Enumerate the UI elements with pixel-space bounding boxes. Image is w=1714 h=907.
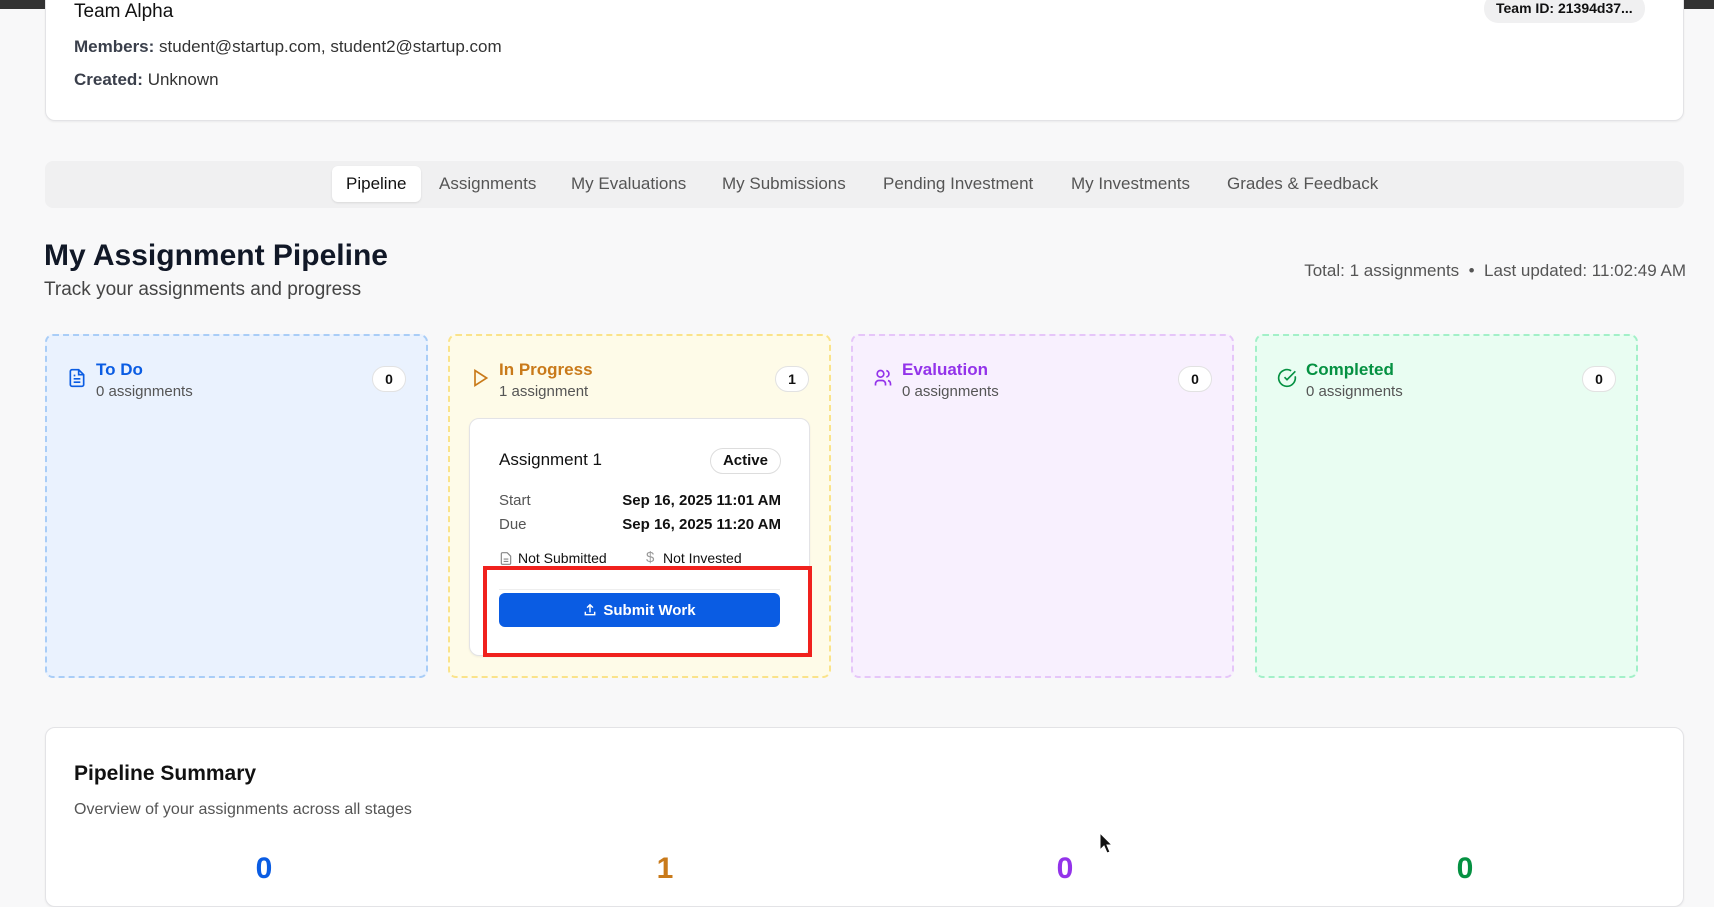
team-name: Team Alpha (74, 1, 174, 22)
page-subtitle: Track your assignments and progress (44, 279, 362, 300)
assignment-title: Assignment 1 (499, 450, 602, 469)
column-badge: 1 (775, 366, 809, 392)
start-label: Start (499, 492, 531, 509)
tab-pipeline[interactable]: Pipeline (332, 166, 421, 202)
created-label: Created: (74, 70, 143, 89)
tab-my-submissions[interactable]: My Submissions (708, 166, 860, 202)
column-title: Evaluation (902, 360, 988, 379)
tab-pending-investment[interactable]: Pending Investment (869, 166, 1047, 202)
due-label: Due (499, 516, 527, 533)
highlight-box (483, 566, 812, 657)
column-badge: 0 (372, 366, 406, 392)
created-value: Unknown (147, 70, 219, 89)
play-icon (474, 368, 489, 388)
total-count: Total: 1 assignments (1304, 261, 1460, 280)
tab-my-evaluations[interactable]: My Evaluations (557, 166, 700, 202)
summary-completed-count: 0 (1456, 852, 1474, 885)
summary-subtitle: Overview of your assignments across all … (74, 801, 412, 818)
team-id-badge: Team ID: 21394d37... (1484, 0, 1645, 23)
pipeline-stats: Total: 1 assignments • Last updated: 11:… (1304, 261, 1686, 280)
dollar-icon: $ (646, 549, 655, 566)
file-text-icon (69, 368, 85, 388)
tab-my-investments[interactable]: My Investments (1057, 166, 1204, 202)
users-icon (874, 369, 892, 386)
check-circle-icon (1277, 368, 1297, 388)
investment-status: Not Invested (663, 550, 742, 566)
last-updated: Last updated: 11:02:49 AM (1484, 261, 1686, 280)
team-members: Members: student@startup.com, student2@s… (74, 37, 502, 57)
column-count: 0 assignments (902, 383, 999, 400)
team-created: Created: Unknown (74, 70, 219, 90)
column-count: 1 assignment (499, 383, 589, 400)
column-title: In Progress (499, 360, 593, 379)
column-count: 0 assignments (1306, 383, 1403, 400)
due-value: Sep 16, 2025 11:20 AM (622, 516, 781, 533)
column-count: 0 assignments (96, 383, 193, 400)
submission-status: Not Submitted (518, 550, 607, 566)
team-card (45, 0, 1684, 121)
mouse-cursor-icon (1099, 832, 1113, 854)
column-badge: 0 (1582, 366, 1616, 392)
members-label: Members: (74, 37, 155, 56)
summary-title: Pipeline Summary (74, 762, 257, 785)
summary-to-do-count: 0 (255, 852, 273, 885)
tab-bar (45, 161, 1684, 208)
column-to-do: To Do 0 assignments 0 (45, 334, 428, 678)
column-title: Completed (1306, 360, 1394, 379)
column-title: To Do (96, 360, 143, 379)
column-evaluation: Evaluation 0 assignments 0 (851, 334, 1234, 678)
tab-grades-feedback[interactable]: Grades & Feedback (1213, 166, 1392, 202)
start-value: Sep 16, 2025 11:01 AM (622, 492, 781, 509)
file-icon (500, 552, 512, 565)
members-value: student@startup.com, student2@startup.co… (159, 37, 502, 56)
column-completed: Completed 0 assignments 0 (1255, 334, 1638, 678)
summary-evaluation-count: 0 (1056, 852, 1074, 885)
status-badge: Active (709, 448, 781, 474)
tab-assignments[interactable]: Assignments (425, 166, 550, 202)
summary-in-progress-count: 1 (656, 852, 674, 885)
column-badge: 0 (1178, 366, 1212, 392)
page-title: My Assignment Pipeline (44, 239, 388, 272)
